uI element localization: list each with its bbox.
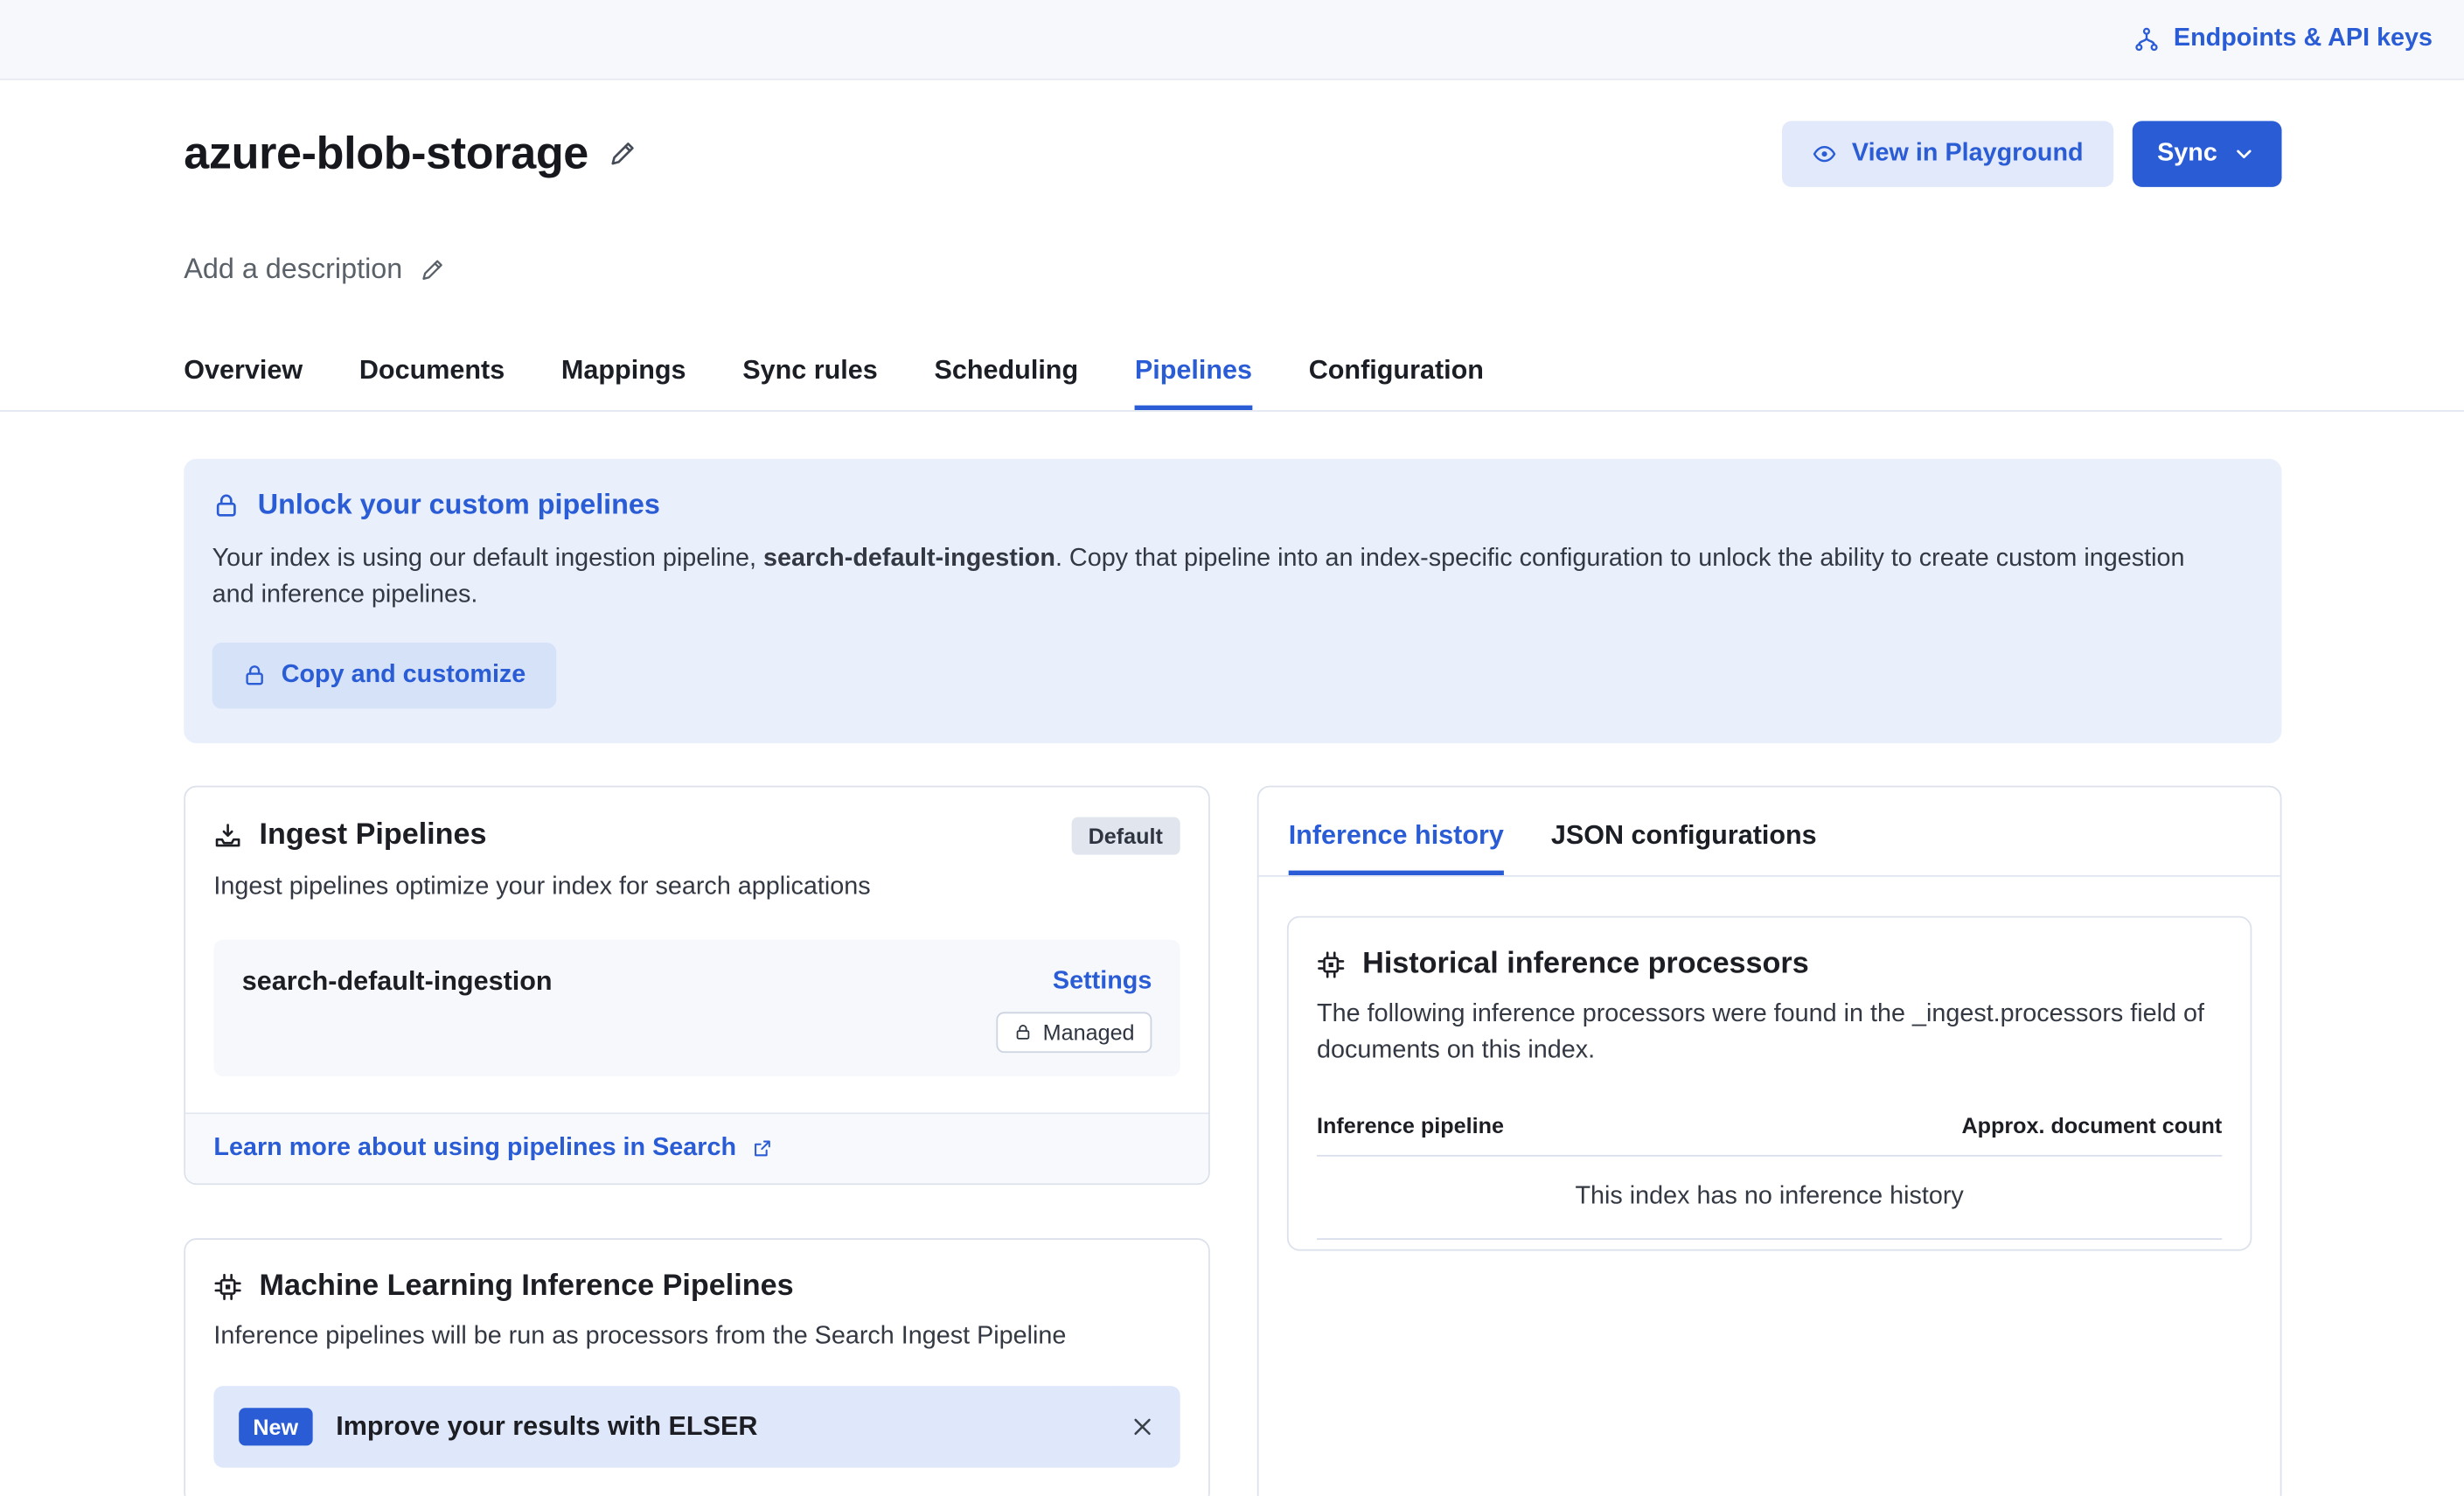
pencil-icon (609, 140, 637, 168)
tab-scheduling[interactable]: Scheduling (934, 355, 1078, 410)
inference-panel-tabs: Inference history JSON configurations (1259, 788, 2280, 877)
unlock-pipelines-callout: Unlock your custom pipelines Your index … (184, 459, 2281, 744)
header-actions: View in Playground Sync (1783, 121, 2282, 186)
pipeline-panel: search-default-ingestion Settings Manage… (213, 940, 1180, 1076)
external-link-icon (750, 1138, 772, 1159)
historical-inference-title: Historical inference processors (1362, 948, 1809, 983)
tab-pipelines[interactable]: Pipelines (1135, 355, 1252, 410)
copy-and-customize-button[interactable]: Copy and customize (212, 644, 556, 709)
ingest-pipelines-title: Ingest Pipelines (260, 819, 487, 854)
elser-banner: New Improve your results with ELSER (213, 1386, 1180, 1467)
ingest-pipeline-icon (213, 823, 241, 851)
left-column: Ingest Pipelines Default Ingest pipeline… (184, 786, 1210, 1496)
ml-chip-icon (213, 1273, 241, 1301)
close-banner-button[interactable] (1130, 1414, 1155, 1439)
lock-icon (242, 664, 268, 689)
endpoints-api-keys-label: Endpoints & API keys (2174, 25, 2433, 53)
inference-panel: Inference history JSON configurations Hi… (1257, 786, 2282, 1496)
historical-inference-card: Historical inference processors The foll… (1287, 917, 2252, 1251)
endpoints-api-keys-link[interactable]: Endpoints & API keys (2134, 25, 2433, 53)
index-tab-bar: Overview Documents Mappings Sync rules S… (0, 355, 2464, 412)
pipeline-name: search-default-ingestion (242, 967, 553, 998)
default-badge: Default (1071, 818, 1180, 855)
tab-overview[interactable]: Overview (184, 355, 303, 410)
tab-configuration[interactable]: Configuration (1309, 355, 1484, 410)
ingest-card-footer: Learn more about using pipelines in Sear… (185, 1113, 1208, 1184)
lock-icon (1013, 1023, 1032, 1042)
view-in-playground-label: View in Playground (1852, 140, 2084, 168)
ingest-pipelines-subtitle: Ingest pipelines optimize your index for… (213, 871, 1180, 907)
processor-chip-icon (1317, 951, 1345, 979)
top-bar: Endpoints & API keys (0, 0, 2464, 80)
sync-label: Sync (2157, 140, 2217, 168)
edit-title-button[interactable] (609, 140, 637, 168)
add-description-button[interactable]: Add a description (184, 253, 445, 286)
close-icon (1130, 1414, 1155, 1439)
chevron-down-icon (2231, 142, 2257, 167)
column-approx-document-count: Approx. document count (1961, 1112, 2222, 1138)
callout-body: Your index is using our default ingestio… (212, 542, 2227, 614)
elser-banner-title: Improve your results with ELSER (336, 1411, 757, 1443)
ml-inference-pipelines-card: Machine Learning Inference Pipelines Inf… (184, 1238, 1210, 1495)
page-title: azure-blob-storage (184, 128, 588, 179)
pencil-icon (420, 257, 445, 282)
ingest-pipelines-card: Ingest Pipelines Default Ingest pipeline… (184, 786, 1210, 1185)
default-pipeline-name: search-default-ingestion (763, 546, 1055, 573)
app: Endpoints & API keys azure-blob-storage … (0, 0, 2464, 1496)
managed-badge: Managed (996, 1012, 1152, 1054)
empty-state-message: This index has no inference history (1317, 1157, 2222, 1240)
view-in-playground-button[interactable]: View in Playground (1783, 121, 2113, 186)
new-badge: New (239, 1408, 312, 1445)
ml-pipelines-subtitle: Inference pipelines will be run as proce… (213, 1320, 1180, 1356)
endpoints-icon (2134, 27, 2160, 52)
add-description-label: Add a description (184, 253, 402, 286)
tab-sync-rules[interactable]: Sync rules (742, 355, 878, 410)
learn-more-pipelines-link[interactable]: Learn more about using pipelines in Sear… (213, 1135, 772, 1163)
sync-button[interactable]: Sync (2132, 121, 2281, 186)
lock-icon (212, 491, 240, 519)
tab-json-configurations[interactable]: JSON configurations (1551, 821, 1817, 876)
tab-mappings[interactable]: Mappings (561, 355, 686, 410)
tab-inference-history[interactable]: Inference history (1289, 821, 1504, 876)
eye-icon (1813, 142, 1838, 167)
ml-pipelines-title: Machine Learning Inference Pipelines (260, 1270, 794, 1305)
inference-history-table: Inference pipeline Approx. document coun… (1317, 1103, 2222, 1239)
page-header: azure-blob-storage View in Playground Sy… (0, 80, 2464, 286)
callout-title: Unlock your custom pipelines (258, 489, 660, 522)
main-content: Unlock your custom pipelines Your index … (0, 412, 2464, 1496)
settings-link[interactable]: Settings (1053, 968, 1152, 996)
column-inference-pipeline: Inference pipeline (1317, 1112, 1504, 1138)
tab-documents[interactable]: Documents (359, 355, 505, 410)
copy-and-customize-label: Copy and customize (282, 662, 526, 690)
historical-inference-body: The following inference processors were … (1317, 998, 2222, 1070)
